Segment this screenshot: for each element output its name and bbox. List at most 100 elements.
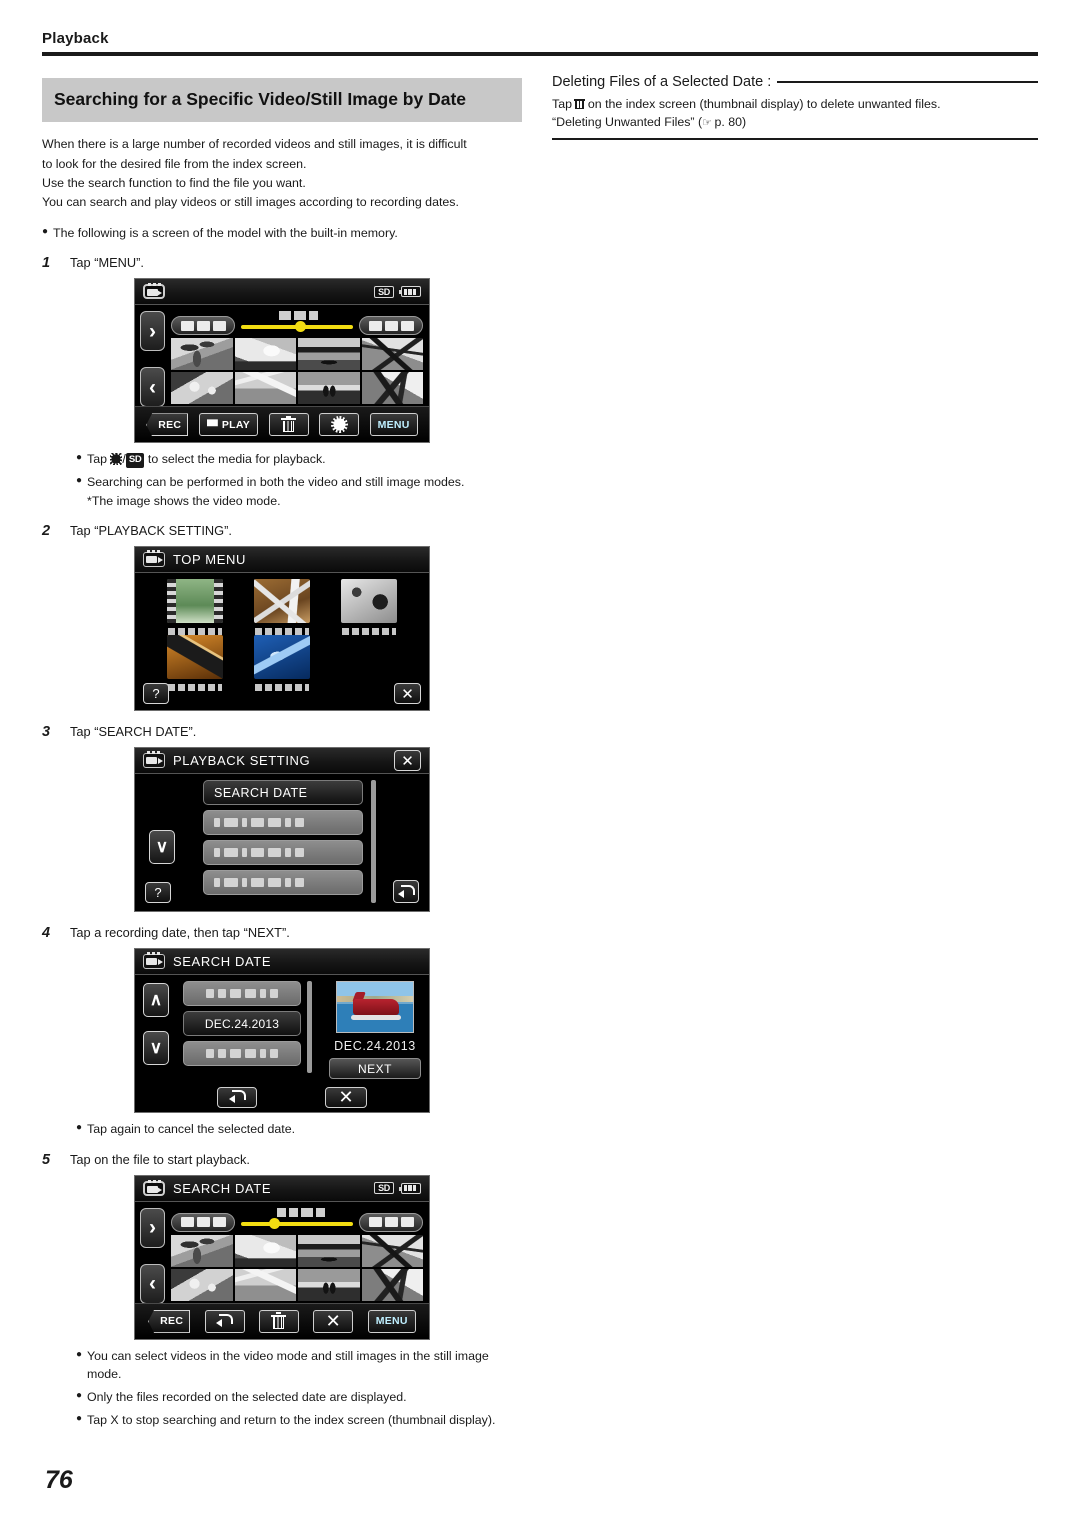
screenshot-search-date-index: SEARCH DATE SD › ‹ REC ✕ MENU bbox=[134, 1174, 430, 1340]
thumbnail-item[interactable] bbox=[361, 1234, 423, 1267]
close-icon: ✕ bbox=[325, 1311, 342, 1332]
thumbnail-item[interactable] bbox=[234, 1268, 296, 1301]
bullet-dot-icon: ● bbox=[76, 1412, 83, 1424]
close-button[interactable]: ✕ bbox=[394, 683, 421, 705]
thumbnail-item[interactable] bbox=[361, 338, 423, 371]
step-4-text: Tap a recording date, then tap “NEXT”. bbox=[70, 925, 290, 941]
seek-bar[interactable] bbox=[241, 1221, 353, 1226]
thumbnail-item[interactable] bbox=[171, 1234, 233, 1267]
intro-line-1: When there is a large number of recorded… bbox=[42, 137, 467, 152]
rec-button-label: REC bbox=[158, 418, 182, 431]
menu-button-label: MENU bbox=[377, 418, 410, 431]
step-4-number: 4 bbox=[42, 925, 51, 942]
list-item-search-date[interactable]: SEARCH DATE bbox=[203, 780, 363, 806]
prev-page-arrow-icon[interactable]: ‹ bbox=[140, 367, 165, 408]
help-button[interactable]: ? bbox=[143, 683, 169, 705]
menu-button[interactable]: MENU bbox=[369, 413, 418, 437]
date-group-left[interactable] bbox=[171, 316, 235, 336]
prev-page-arrow-icon[interactable]: ‹ bbox=[140, 1263, 165, 1304]
page-header: Playback bbox=[42, 30, 1038, 56]
thumbnail-item[interactable] bbox=[298, 1234, 360, 1267]
seek-knob[interactable] bbox=[295, 321, 306, 333]
menu-button-label: MENU bbox=[375, 1315, 408, 1328]
menu-item-label bbox=[254, 684, 309, 692]
close-button[interactable]: ✕ bbox=[313, 1309, 354, 1333]
next-button[interactable]: NEXT bbox=[329, 1058, 421, 1080]
menu-item-recording[interactable] bbox=[151, 579, 238, 636]
next-page-arrow-icon[interactable]: › bbox=[140, 311, 165, 352]
scrollbar[interactable] bbox=[307, 981, 312, 1074]
thumbnail-item[interactable] bbox=[171, 338, 233, 371]
close-icon: ✕ bbox=[338, 1087, 354, 1108]
date-list-item[interactable] bbox=[183, 1041, 301, 1067]
scrollbar[interactable] bbox=[371, 780, 376, 904]
date-group-right[interactable] bbox=[359, 316, 423, 336]
thumbnail-item[interactable] bbox=[298, 372, 360, 405]
rec-mode-button[interactable]: REC bbox=[146, 413, 189, 437]
index-button-bar: REC PLAY MENU bbox=[135, 406, 429, 443]
menu-button[interactable]: MENU bbox=[367, 1309, 416, 1333]
scroll-down-icon[interactable]: ∨ bbox=[149, 830, 175, 865]
tip-heading-rule bbox=[777, 81, 1038, 83]
date-list-item[interactable] bbox=[183, 981, 301, 1007]
menu-item-disc[interactable] bbox=[238, 635, 325, 692]
bullet-dot-icon: ● bbox=[76, 474, 83, 486]
date-group-left[interactable] bbox=[171, 1212, 235, 1232]
menu-item-setup[interactable] bbox=[326, 579, 413, 636]
bullet-dot-icon: ● bbox=[76, 452, 83, 464]
note-video-still-modes: ● You can select videos in the video mod… bbox=[76, 1347, 522, 1384]
sd-card-icon: SD bbox=[125, 453, 145, 468]
menu-item-edit[interactable] bbox=[238, 579, 325, 636]
video-mode-icon bbox=[143, 952, 165, 970]
thumbnail-item[interactable] bbox=[234, 372, 296, 405]
intro-bullet: ● The following is a screen of the model… bbox=[42, 224, 522, 243]
play-button[interactable]: PLAY bbox=[198, 413, 259, 437]
note-stop-searching: ● Tap X to stop searching and return to … bbox=[76, 1411, 522, 1430]
thumbnail-grid bbox=[171, 338, 423, 405]
intro-line-2: to look for the desired file from the in… bbox=[42, 156, 307, 171]
preview-thumbnail bbox=[336, 981, 414, 1034]
seek-knob[interactable] bbox=[269, 1217, 280, 1229]
thumbnail-item[interactable] bbox=[298, 338, 360, 371]
thumbnail-item[interactable] bbox=[361, 1268, 423, 1301]
thumbnail-item[interactable] bbox=[234, 1234, 296, 1267]
gear-icon bbox=[330, 416, 348, 434]
menu-item-label bbox=[342, 628, 397, 636]
help-button[interactable]: ? bbox=[145, 882, 171, 904]
top-menu-titlebar: TOP MENU bbox=[135, 547, 429, 574]
tip-box: Deleting Files of a Selected Date : Tap … bbox=[552, 74, 1038, 140]
date-group-right[interactable] bbox=[359, 1212, 423, 1232]
close-button[interactable]: ✕ bbox=[394, 750, 421, 772]
sd-card-icon: SD bbox=[374, 1182, 394, 1195]
gear-icon bbox=[110, 453, 123, 466]
note-media-post: to select the media for playback. bbox=[144, 452, 326, 467]
delete-button[interactable] bbox=[258, 1309, 299, 1333]
note-search-modes: ● Searching can be performed in both the… bbox=[76, 473, 522, 510]
back-button[interactable] bbox=[217, 1086, 257, 1108]
thumbnail-item[interactable] bbox=[171, 372, 233, 405]
rec-mode-button[interactable]: REC bbox=[148, 1309, 191, 1333]
scroll-up-icon[interactable]: ∧ bbox=[143, 983, 169, 1018]
list-item[interactable] bbox=[203, 870, 363, 896]
date-list-item-selected[interactable]: DEC.24.2013 bbox=[183, 1011, 301, 1037]
scroll-down-icon[interactable]: ∨ bbox=[143, 1031, 169, 1066]
list-item[interactable] bbox=[203, 840, 363, 866]
close-button[interactable]: ✕ bbox=[325, 1086, 367, 1108]
next-page-arrow-icon[interactable]: › bbox=[140, 1207, 165, 1248]
flag-icon bbox=[206, 419, 218, 427]
thumbnail-item[interactable] bbox=[171, 1268, 233, 1301]
back-button[interactable] bbox=[204, 1309, 245, 1333]
screenshot-index-screen: SD › ‹ REC PLAY MENU bbox=[134, 278, 430, 444]
thumbnail-item[interactable] bbox=[234, 338, 296, 371]
note-cancel-date-text: Tap again to cancel the selected date. bbox=[87, 1122, 296, 1137]
note-video-still-modes-text: You can select videos in the video mode … bbox=[87, 1348, 489, 1382]
note-only-selected-date: ● Only the files recorded on the selecte… bbox=[76, 1388, 522, 1407]
thumbnail-item[interactable] bbox=[298, 1268, 360, 1301]
return-button[interactable] bbox=[393, 880, 419, 904]
list-item[interactable] bbox=[203, 810, 363, 836]
thumbnail-item[interactable] bbox=[361, 372, 423, 405]
bullet-dot-icon: ● bbox=[76, 1122, 83, 1134]
delete-button[interactable] bbox=[268, 413, 309, 437]
page-title: Searching for a Specific Video/Still Ima… bbox=[42, 78, 522, 123]
media-select-button[interactable] bbox=[319, 413, 360, 437]
